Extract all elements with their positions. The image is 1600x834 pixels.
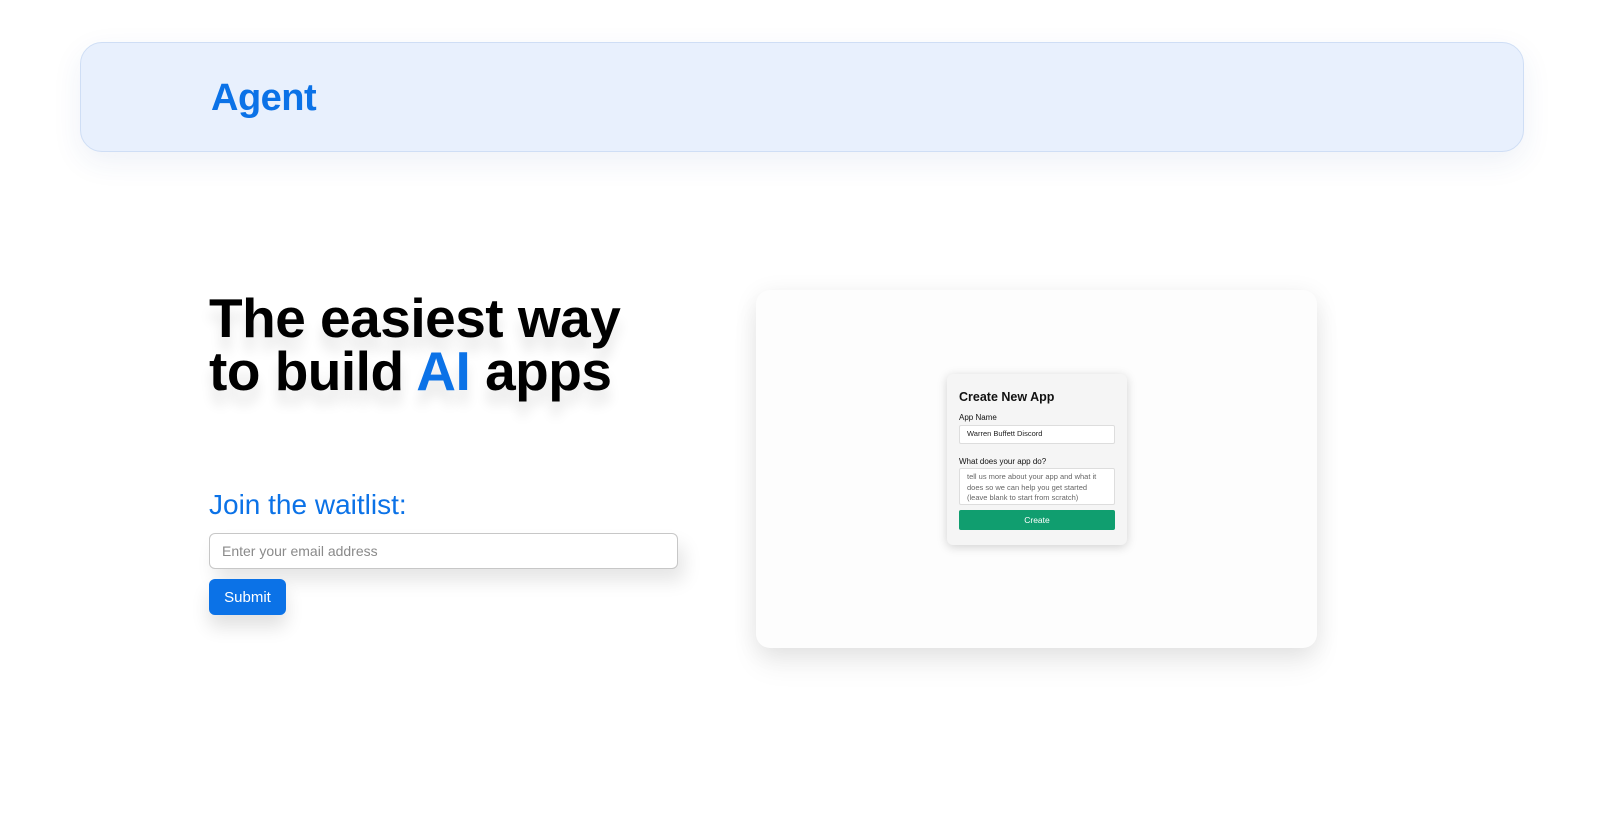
- hero-title-line2-prefix: to build: [209, 340, 417, 402]
- hero-title-line2-suffix: apps: [470, 340, 612, 402]
- landing-page: Agent The easiest way to build AI apps Jo…: [0, 0, 1600, 834]
- preview-create-button: Create: [959, 510, 1115, 530]
- preview-dialog-title: Create New App: [959, 390, 1055, 404]
- email-input[interactable]: [209, 533, 678, 569]
- brand-logo[interactable]: Agent: [211, 76, 317, 120]
- hero-title-accent: AI: [416, 340, 471, 402]
- create-app-dialog-preview: Create New App App Name Warren Buffett D…: [947, 374, 1127, 545]
- submit-button[interactable]: Submit: [209, 579, 286, 615]
- app-preview-card: Create New App App Name Warren Buffett D…: [756, 290, 1317, 648]
- waitlist-heading: Join the waitlist:: [209, 489, 407, 520]
- preview-description-label: What does your app do?: [959, 457, 1047, 466]
- preview-app-name-label: App Name: [959, 413, 997, 422]
- hero-title: The easiest way to build AI apps: [209, 291, 621, 399]
- top-navbar: Agent: [80, 42, 1524, 152]
- preview-app-name-field: Warren Buffett Discord: [959, 425, 1115, 444]
- preview-description-field: tell us more about your app and what it …: [959, 468, 1115, 505]
